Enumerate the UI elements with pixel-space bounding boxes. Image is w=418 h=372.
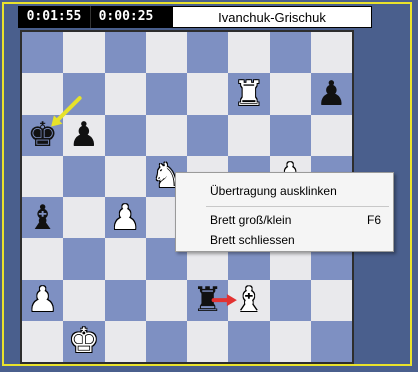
square-g8[interactable] [269, 32, 311, 74]
menu-item-shortcut: F6 [366, 213, 381, 227]
square-a7[interactable] [22, 73, 64, 115]
square-b6[interactable]: ♟ [63, 114, 105, 156]
square-c3[interactable] [104, 238, 146, 280]
white-clock: 0:01:55 [18, 6, 90, 28]
square-g2[interactable] [269, 279, 311, 321]
square-f1[interactable] [228, 320, 270, 362]
square-c8[interactable] [104, 32, 146, 74]
square-d1[interactable] [145, 320, 187, 362]
square-a2[interactable]: ♟ [22, 279, 64, 321]
square-h2[interactable] [310, 279, 352, 321]
square-c2[interactable] [104, 279, 146, 321]
square-b1[interactable]: ♚ [63, 320, 105, 362]
square-a4[interactable]: ♝ [22, 197, 64, 239]
game-title: Ivanchuk-Grischuk [172, 6, 372, 28]
black-king-icon[interactable]: ♚ [22, 115, 63, 156]
square-a3[interactable] [22, 238, 64, 280]
square-d2[interactable] [145, 279, 187, 321]
square-a5[interactable] [22, 155, 64, 197]
menu-item-close-board[interactable]: Brett schliessen [176, 230, 393, 250]
square-b8[interactable] [63, 32, 105, 74]
square-a6[interactable]: ♚ [22, 114, 64, 156]
square-c4[interactable]: ♟ [104, 197, 146, 239]
square-e6[interactable] [187, 114, 229, 156]
square-h6[interactable] [310, 114, 352, 156]
white-king-icon[interactable]: ♚ [63, 321, 104, 362]
black-bishop-icon[interactable]: ♝ [22, 197, 63, 238]
square-c6[interactable] [104, 114, 146, 156]
square-h8[interactable] [310, 32, 352, 74]
white-rook-icon[interactable]: ♜ [228, 73, 269, 114]
black-rook-icon[interactable]: ♜ [187, 280, 228, 321]
square-b2[interactable] [63, 279, 105, 321]
square-e8[interactable] [187, 32, 229, 74]
square-g1[interactable] [269, 320, 311, 362]
square-e7[interactable] [187, 73, 229, 115]
square-a1[interactable] [22, 320, 64, 362]
square-c7[interactable] [104, 73, 146, 115]
square-c5[interactable] [104, 155, 146, 197]
white-bishop-icon[interactable]: ♝ [228, 280, 269, 321]
menu-item-detach-broadcast[interactable]: Übertragung ausklinken [176, 181, 393, 201]
menu-separator [206, 206, 389, 207]
square-g6[interactable] [269, 114, 311, 156]
square-d6[interactable] [145, 114, 187, 156]
square-f6[interactable] [228, 114, 270, 156]
menu-item-label: Übertragung ausklinken [210, 184, 337, 198]
context-menu: Übertragung ausklinken Brett groß/klein … [175, 172, 394, 252]
square-d7[interactable] [145, 73, 187, 115]
square-h1[interactable] [310, 320, 352, 362]
header-bar: 0:01:55 0:00:25 Ivanchuk-Grischuk [18, 6, 372, 28]
square-f2[interactable]: ♝ [228, 279, 270, 321]
square-b4[interactable] [63, 197, 105, 239]
white-pawn-icon[interactable]: ♟ [105, 197, 146, 238]
square-b3[interactable] [63, 238, 105, 280]
white-pawn-icon[interactable]: ♟ [22, 280, 63, 321]
black-clock: 0:00:25 [90, 6, 161, 28]
square-d8[interactable] [145, 32, 187, 74]
square-b7[interactable] [63, 73, 105, 115]
clock-separator [160, 6, 172, 28]
menu-item-label: Brett schliessen [210, 233, 295, 247]
black-pawn-icon[interactable]: ♟ [311, 73, 352, 114]
square-e2[interactable]: ♜ [187, 279, 229, 321]
square-e1[interactable] [187, 320, 229, 362]
black-pawn-icon[interactable]: ♟ [63, 115, 104, 156]
square-c1[interactable] [104, 320, 146, 362]
square-f7[interactable]: ♜ [228, 73, 270, 115]
square-f8[interactable] [228, 32, 270, 74]
square-h7[interactable]: ♟ [310, 73, 352, 115]
square-b5[interactable] [63, 155, 105, 197]
square-a8[interactable] [22, 32, 64, 74]
square-g7[interactable] [269, 73, 311, 115]
menu-item-board-size[interactable]: Brett groß/klein F6 [176, 210, 393, 230]
menu-item-label: Brett groß/klein [210, 213, 292, 227]
